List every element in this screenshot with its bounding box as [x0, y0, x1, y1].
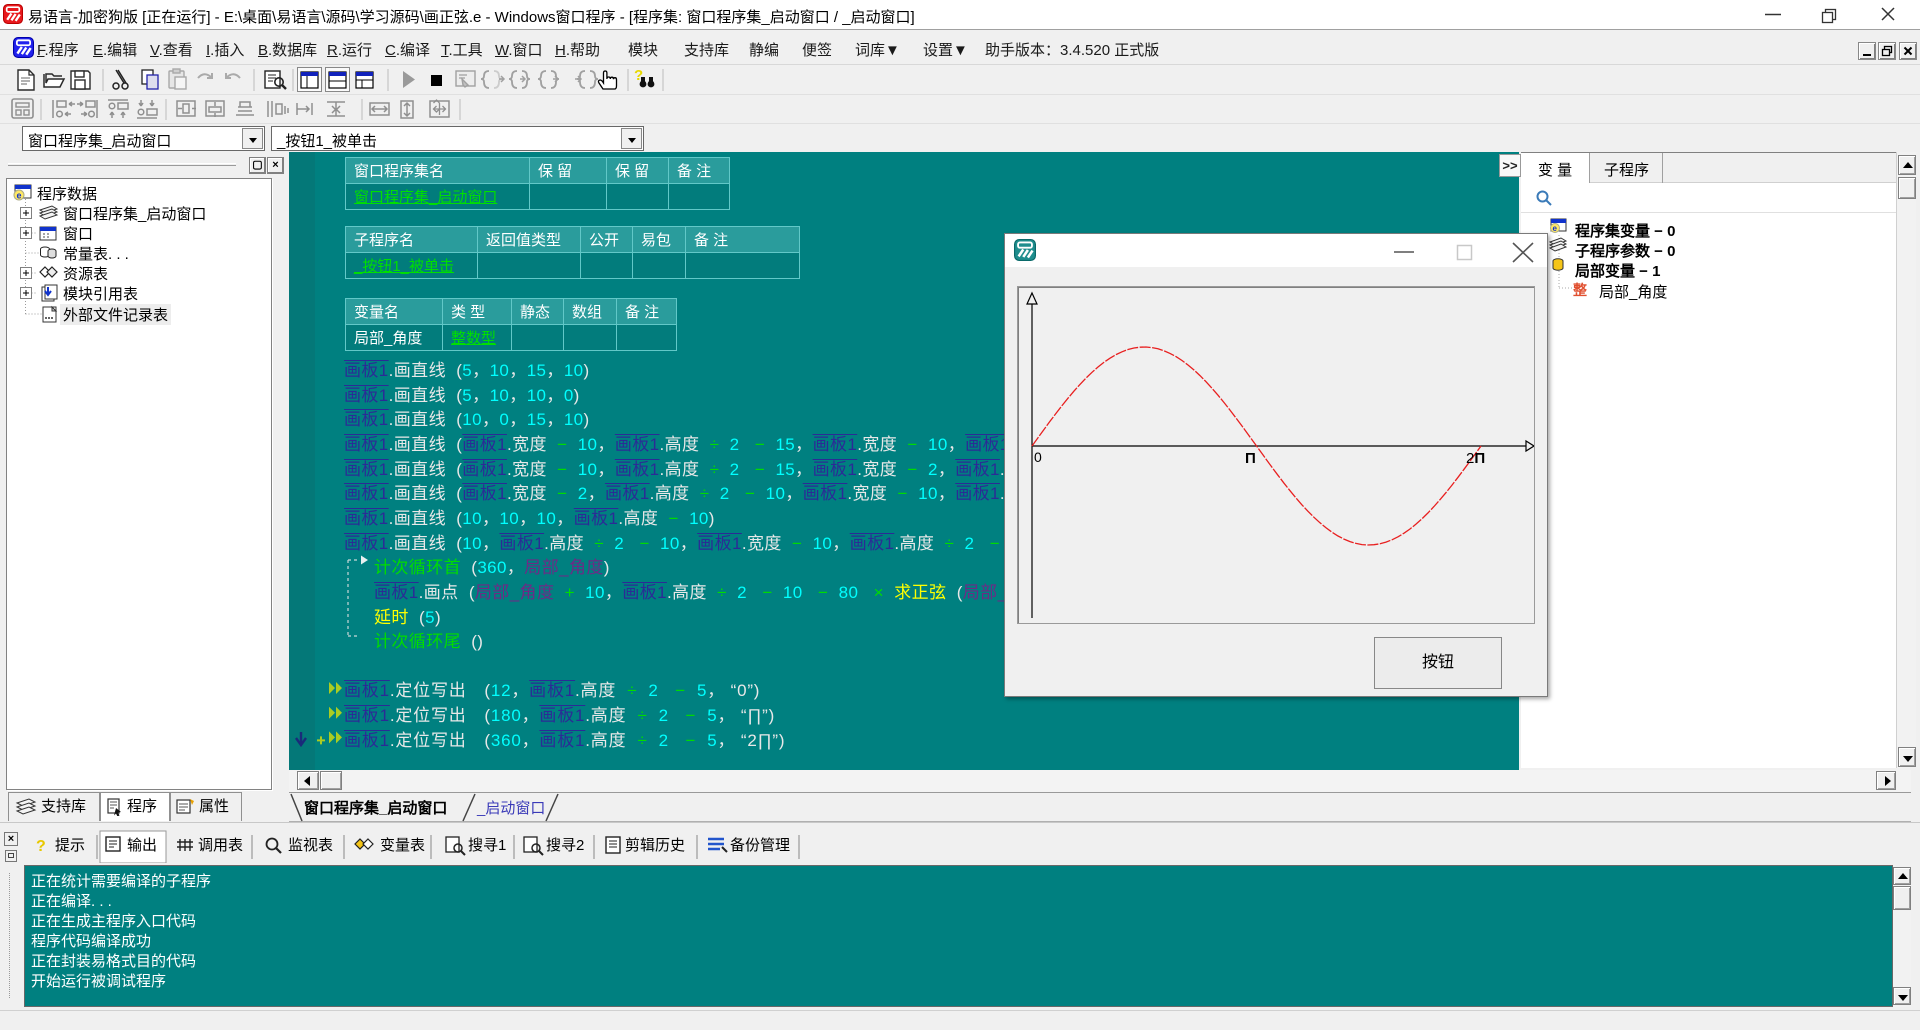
svg-text:0: 0 — [1034, 449, 1042, 465]
svg-text:Π: Π — [1245, 450, 1256, 467]
svg-text:整: 整 — [1572, 282, 1588, 298]
svg-text:变量表: 变量表 — [380, 837, 425, 854]
svg-text:e: e — [17, 191, 22, 201]
svg-text:搜寻2: 搜寻2 — [546, 837, 584, 854]
svg-text:监视表: 监视表 — [288, 837, 333, 854]
svg-text:搜寻1: 搜寻1 — [468, 837, 506, 854]
svg-text:2Π: 2Π — [1466, 450, 1485, 467]
svg-text:调用表: 调用表 — [198, 837, 243, 854]
svg-text:备份管理: 备份管理 — [730, 837, 790, 854]
svg-text:e: e — [1553, 224, 1558, 233]
svg-text:输出: 输出 — [127, 837, 157, 854]
svg-text:提示: 提示 — [55, 837, 85, 854]
svg-text:剪辑历史: 剪辑历史 — [625, 837, 685, 854]
svg-text:?: ? — [36, 838, 46, 855]
